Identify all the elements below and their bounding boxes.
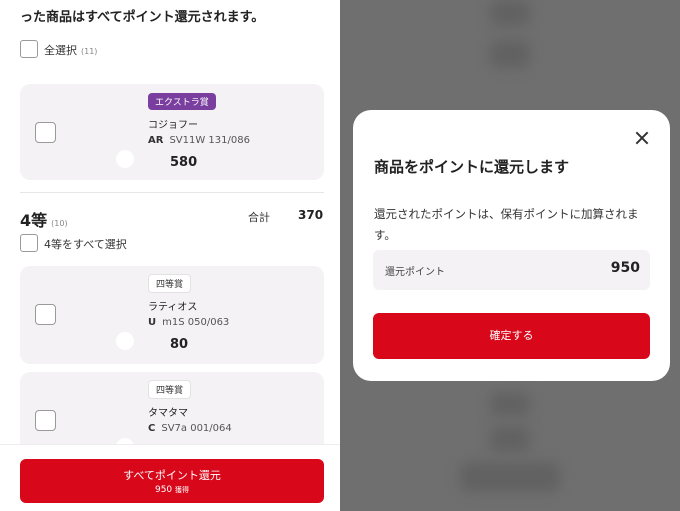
intro-text: った商品はすべてポイント還元されます。 [20, 10, 265, 25]
item-code: m1S 050/063 [162, 317, 230, 328]
item-rarity-code: AR SV11W 131/086 [148, 135, 250, 146]
confirm-button[interactable]: 確定する [373, 313, 650, 359]
redeem-all-points-suffix: 獲得 [175, 486, 190, 494]
item-name: タマタマ [148, 408, 188, 419]
blurred-background [460, 462, 560, 492]
divider [20, 192, 324, 193]
item-rarity-code: C SV7a 001/064 [148, 423, 232, 434]
item-list-panel: った商品はすべてポイント還元されます。 全選択 (11) エクストラ賞 コジョフー… [0, 0, 340, 511]
item-card: 四等賞 ラティオス Um1S 050/063 80 [20, 266, 324, 364]
grade-title: 4等 [20, 211, 48, 230]
coin-icon [116, 332, 134, 350]
blurred-background [490, 392, 530, 416]
item-points: 580 [170, 155, 198, 170]
item-card: エクストラ賞 コジョフー AR SV11W 131/086 580 [20, 84, 324, 180]
item-rarity-code: Um1S 050/063 [148, 317, 229, 328]
item-name: コジョフー [148, 120, 198, 131]
redeem-confirm-dialog: 商品をポイントに還元します 還元されたポイントは、保有ポイントに加算されます。 … [353, 110, 670, 381]
redeem-all-label: すべてポイント還元 [123, 469, 221, 482]
select-all-checkbox[interactable] [20, 40, 38, 58]
select-grade-checkbox[interactable] [20, 234, 38, 252]
select-all-text: 全選択 [44, 44, 77, 57]
close-icon[interactable] [633, 129, 651, 147]
total-value: 370 [298, 208, 324, 222]
blurred-background [490, 0, 530, 26]
prize-tag: エクストラ賞 [148, 93, 216, 110]
item-rarity: C [148, 423, 156, 434]
redeem-points-value: 950 [610, 260, 640, 276]
item-name: ラティオス [148, 302, 198, 313]
blurred-background [490, 426, 530, 452]
redeem-points-label: 還元ポイント [385, 267, 445, 278]
item-checkbox[interactable] [35, 122, 56, 143]
redeem-all-points-value: 950 [154, 485, 173, 495]
item-code: SV11W 131/086 [169, 135, 250, 146]
dialog-description: 還元されたポイントは、保有ポイントに加算されます。 [374, 207, 639, 242]
item-checkbox[interactable] [35, 304, 56, 325]
select-all-label[interactable]: 全選択 (11) [44, 42, 97, 58]
modal-overlay[interactable]: 商品をポイントに還元します 還元されたポイントは、保有ポイントに加算されます。 … [340, 0, 680, 511]
prize-tag: 四等賞 [148, 274, 192, 293]
dialog-title: 商品をポイントに還元します [374, 158, 570, 176]
grade-count: (10) [51, 219, 68, 228]
item-rarity: AR [148, 135, 164, 146]
redeem-all-button[interactable]: すべてポイント還元 950 獲得 [20, 459, 324, 503]
total-label: 合計 [248, 211, 270, 224]
item-points: 80 [170, 337, 189, 352]
grade-heading: 4等 (10) [20, 207, 68, 231]
select-all-count: (11) [81, 47, 98, 56]
redeem-all-points: 950 獲得 [20, 485, 324, 495]
redeem-points-box: 還元ポイント 950 [373, 250, 650, 290]
item-code: SV7a 001/064 [161, 423, 232, 434]
prize-tag: 四等賞 [148, 380, 192, 399]
select-grade-label[interactable]: 4等をすべて選択 [44, 236, 127, 252]
item-rarity: U [148, 317, 157, 328]
item-checkbox[interactable] [35, 410, 56, 431]
blurred-background [490, 40, 530, 68]
coin-icon [116, 150, 134, 168]
